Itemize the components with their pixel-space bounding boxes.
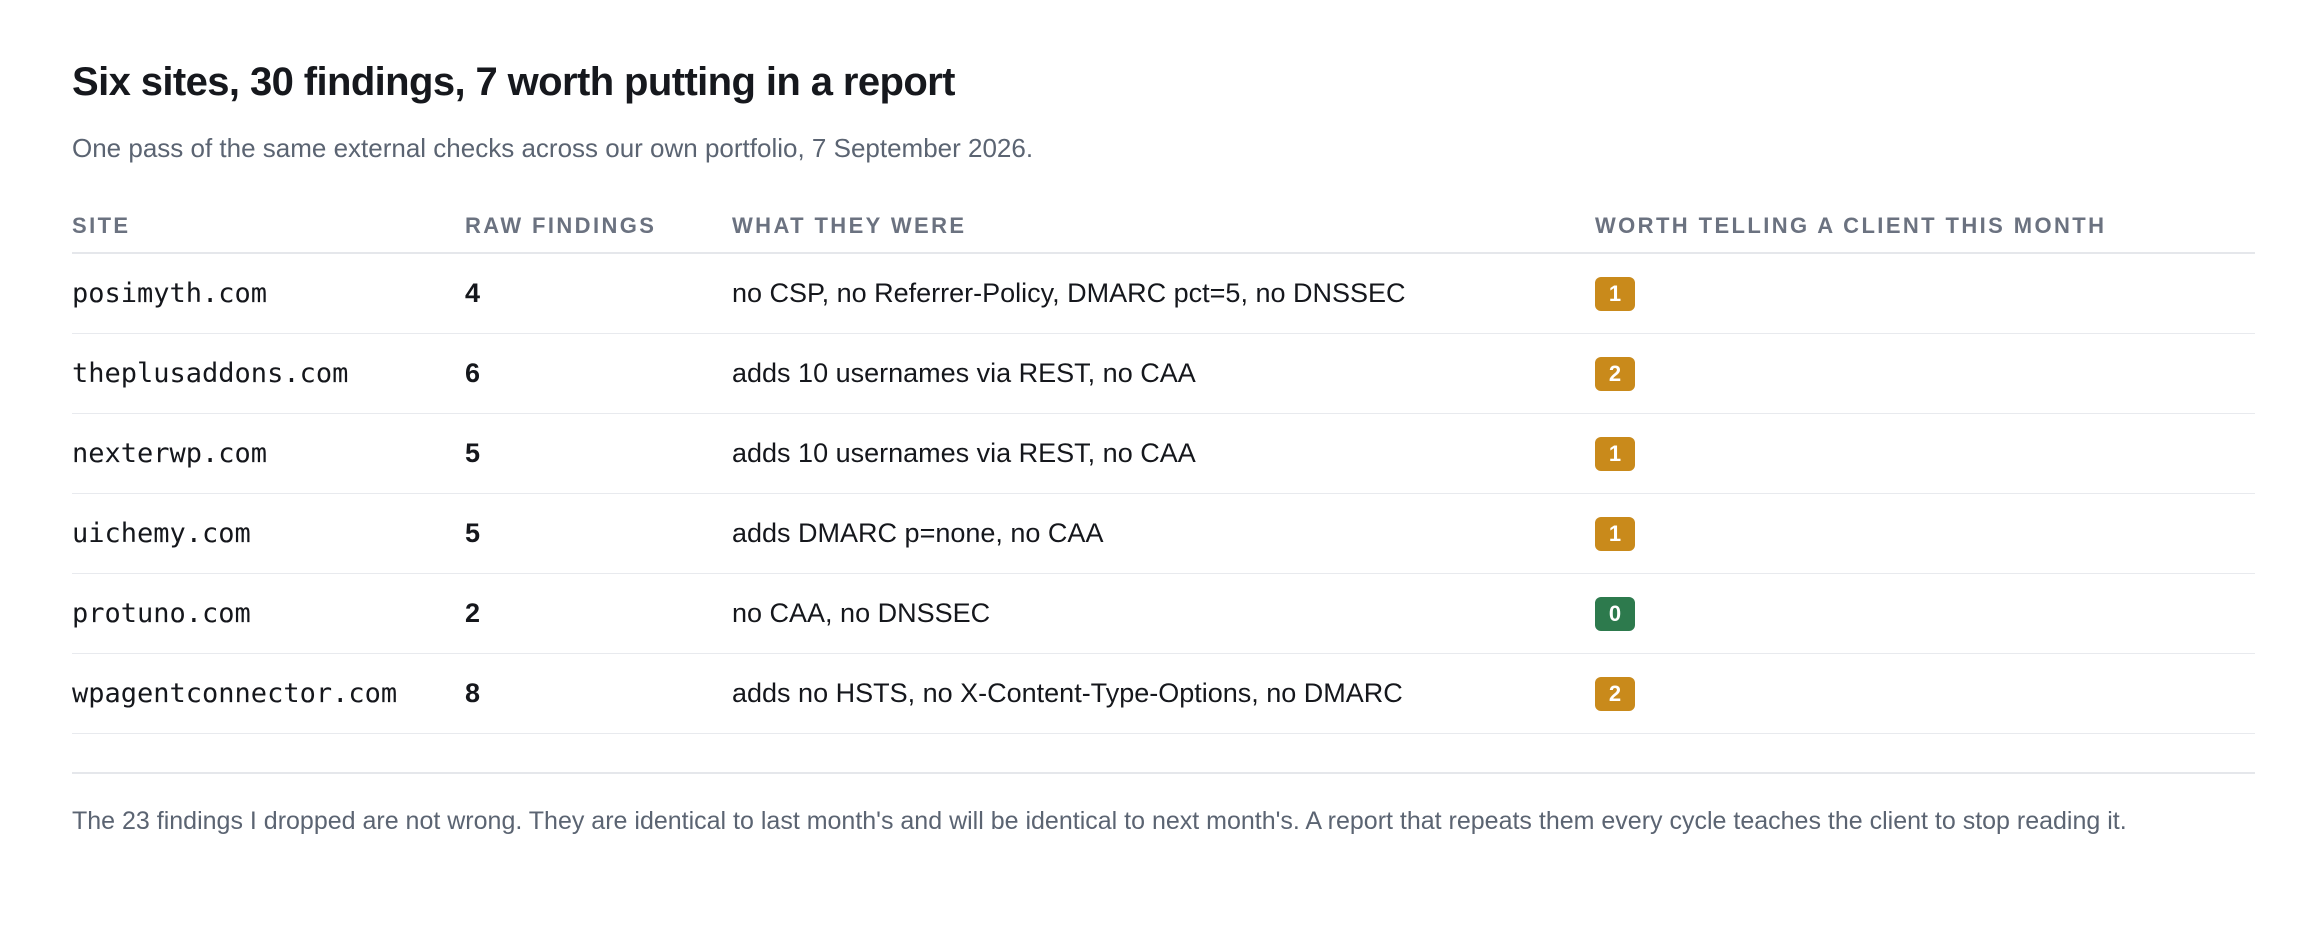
site-name: theplusaddons.com (72, 333, 465, 414)
worth-count-badge: 1 (1595, 516, 1635, 551)
column-header-what-they-were: WHAT THEY WERE (732, 200, 1595, 254)
table-row: wpagentconnector.com 8 adds no HSTS, no … (72, 653, 2255, 734)
raw-findings-count: 5 (465, 493, 732, 574)
findings-description: adds 10 usernames via REST, no CAA (732, 413, 1595, 494)
column-header-site: SITE (72, 200, 465, 254)
site-name: posimyth.com (72, 253, 465, 334)
worth-cell: 1 (1595, 413, 2255, 494)
raw-findings-count: 8 (465, 653, 732, 734)
findings-description: no CAA, no DNSSEC (732, 573, 1595, 654)
worth-count-badge: 2 (1595, 356, 1635, 391)
site-name: uichemy.com (72, 493, 465, 574)
table-row: protuno.com 2 no CAA, no DNSSEC 0 (72, 573, 2255, 654)
footnote: The 23 findings I dropped are not wrong.… (72, 807, 2127, 835)
worth-count-badge: 1 (1595, 436, 1635, 471)
section-divider (72, 772, 2255, 774)
table-row: theplusaddons.com 6 adds 10 usernames vi… (72, 333, 2255, 414)
column-header-worth-telling: WORTH TELLING A CLIENT THIS MONTH (1595, 200, 2255, 254)
site-name: protuno.com (72, 573, 465, 654)
report-page: Six sites, 30 findings, 7 worth putting … (0, 0, 2320, 930)
raw-findings-count: 2 (465, 573, 732, 654)
table-header-row: SITE RAW FINDINGS WHAT THEY WERE WORTH T… (72, 200, 2255, 254)
worth-count-badge: 0 (1595, 596, 1635, 631)
site-name: nexterwp.com (72, 413, 465, 494)
column-header-raw-findings: RAW FINDINGS (465, 200, 732, 254)
findings-table: SITE RAW FINDINGS WHAT THEY WERE WORTH T… (72, 200, 2255, 734)
table-row: uichemy.com 5 adds DMARC p=none, no CAA … (72, 493, 2255, 574)
worth-cell: 2 (1595, 653, 2255, 734)
worth-cell: 2 (1595, 333, 2255, 414)
site-name: wpagentconnector.com (72, 653, 465, 734)
raw-findings-count: 4 (465, 253, 732, 334)
raw-findings-count: 6 (465, 333, 732, 414)
worth-cell: 0 (1595, 573, 2255, 654)
table-row: posimyth.com 4 no CSP, no Referrer-Polic… (72, 253, 2255, 334)
findings-description: adds 10 usernames via REST, no CAA (732, 333, 1595, 414)
worth-cell: 1 (1595, 253, 2255, 334)
worth-count-badge: 1 (1595, 276, 1635, 311)
findings-description: no CSP, no Referrer-Policy, DMARC pct=5,… (732, 253, 1595, 334)
raw-findings-count: 5 (465, 413, 732, 494)
table-row: nexterwp.com 5 adds 10 usernames via RES… (72, 413, 2255, 494)
worth-count-badge: 2 (1595, 676, 1635, 711)
page-subtitle: One pass of the same external checks acr… (72, 133, 1034, 163)
page-title: Six sites, 30 findings, 7 worth putting … (72, 60, 955, 104)
findings-description: adds DMARC p=none, no CAA (732, 493, 1595, 574)
worth-cell: 1 (1595, 493, 2255, 574)
findings-description: adds no HSTS, no X-Content-Type-Options,… (732, 653, 1595, 734)
